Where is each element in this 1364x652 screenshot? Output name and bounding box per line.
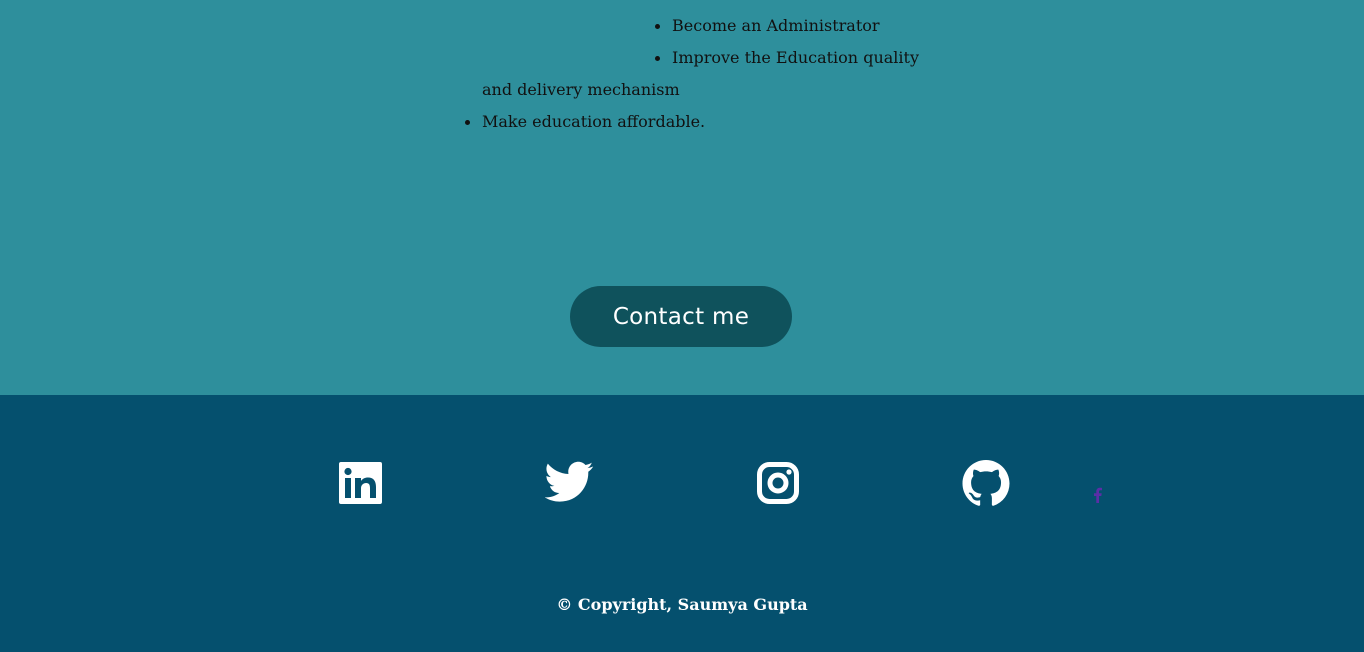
- linkedin-link[interactable]: [339, 462, 382, 504]
- list-item: Improve the Education quality: [655, 42, 919, 74]
- goals-section: Become an Administrator Improve the Educ…: [0, 0, 1364, 395]
- instagram-icon: [757, 462, 799, 504]
- list-item: Become an Administrator: [655, 10, 919, 42]
- contact-me-button[interactable]: Contact me: [570, 286, 792, 347]
- list-item: Make education affordable.: [464, 106, 705, 138]
- goals-inner-list: Become an Administrator Improve the Educ…: [655, 10, 919, 74]
- linkedin-icon: [339, 462, 382, 504]
- github-icon: [962, 460, 1010, 507]
- facebook-link[interactable]: [1093, 487, 1102, 503]
- twitter-link[interactable]: [545, 461, 594, 503]
- instagram-link[interactable]: [757, 462, 799, 504]
- facebook-icon: [1093, 487, 1102, 503]
- github-link[interactable]: [962, 460, 1010, 507]
- list-item-continuation: and delivery mechanism: [482, 80, 680, 99]
- goals-outer-list: Make education affordable.: [464, 106, 705, 138]
- copyright-text: © Copyright, Saumya Gupta: [556, 595, 808, 614]
- twitter-icon: [545, 461, 594, 503]
